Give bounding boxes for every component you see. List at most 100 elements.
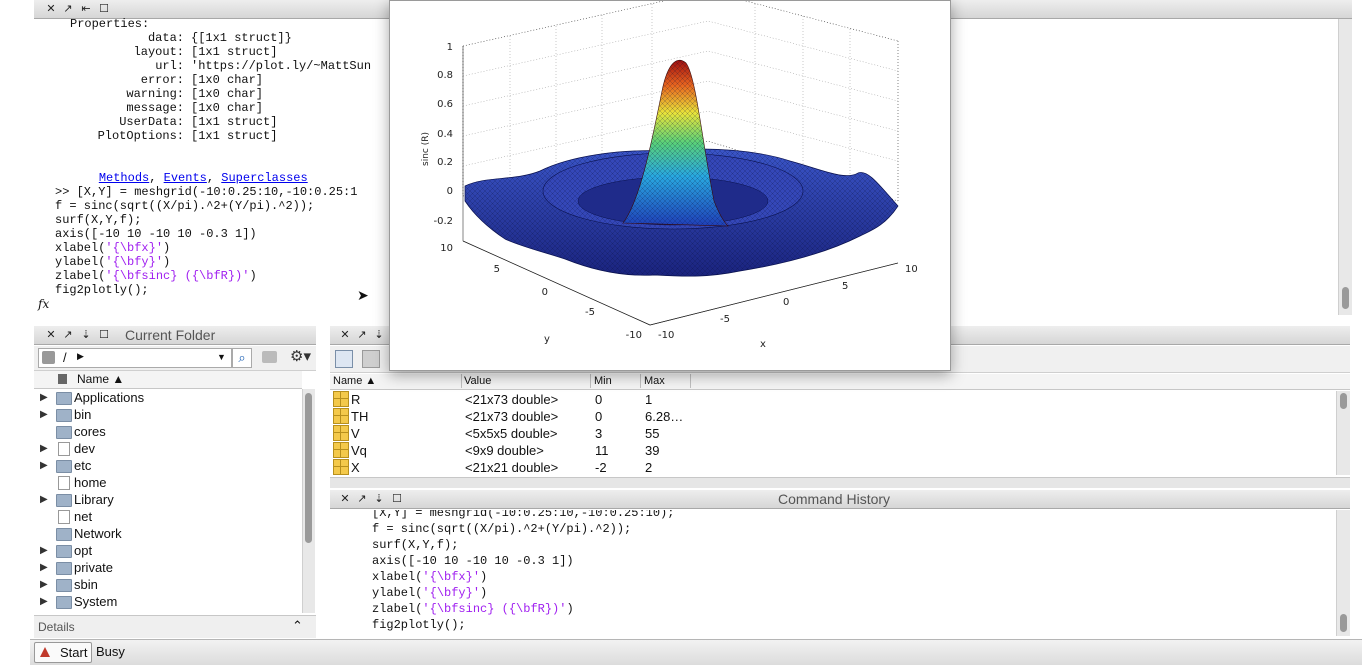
code-line: zlabel('{\bfsinc} ({\bfR})'): [55, 269, 257, 283]
code-line: >> [X,Y] = meshgrid(-10:0.25:10,-10:0.25…: [55, 185, 358, 199]
name-column-header[interactable]: Name ▲: [77, 372, 124, 386]
ws-col-min[interactable]: Min: [594, 374, 641, 388]
table-row[interactable]: V <5x5x5 double> 3 55: [330, 425, 1336, 442]
expand-arrow-icon[interactable]: ▶: [40, 559, 48, 576]
prop-key: UserData:: [119, 115, 184, 129]
history-line[interactable]: axis([-10 10 -10 10 -0.3 1]): [372, 553, 574, 569]
x-tick: -5: [720, 314, 730, 325]
fx-icon[interactable]: fx: [38, 297, 49, 311]
details-bar[interactable]: Details ⌃: [34, 615, 316, 638]
new-variable-icon[interactable]: [335, 350, 353, 368]
history-line[interactable]: ylabel('{\bfy}'): [372, 585, 487, 601]
table-row[interactable]: X <21x21 double> -2 2: [330, 459, 1336, 476]
history-line[interactable]: [X,Y] = meshgrid(-10:0.25:10,-10:0.25:10…: [372, 510, 674, 521]
folder-up-icon[interactable]: [262, 351, 277, 363]
close-icon[interactable]: ✕: [338, 492, 352, 506]
undock-icon[interactable]: ↗: [355, 328, 369, 342]
list-item[interactable]: ▶ opt: [38, 542, 302, 559]
undock-icon[interactable]: ↗: [61, 2, 75, 16]
list-item[interactable]: ▶ System: [38, 593, 302, 610]
command-window-scrollbar[interactable]: [1338, 19, 1352, 315]
list-item[interactable]: ▶ Applications: [38, 389, 302, 406]
expand-arrow-icon[interactable]: ▶: [40, 542, 48, 559]
expand-arrow-icon[interactable]: ▶: [40, 406, 48, 423]
minimize-icon[interactable]: ⇤: [79, 2, 93, 16]
history-line[interactable]: fig2plotly();: [372, 617, 466, 633]
scroll-thumb[interactable]: [1340, 614, 1347, 632]
ws-col-name[interactable]: Name ▲: [333, 374, 462, 388]
surface-plot: 1 0.8 0.6 0.4 0.2 0 -0.2 sinc (R) 10 5 0…: [421, 1, 918, 350]
prop-value: [1x1 struct]: [191, 45, 278, 59]
chevron-down-icon[interactable]: ▼: [217, 352, 226, 362]
history-line[interactable]: surf(X,Y,f);: [372, 537, 458, 553]
list-item[interactable]: ▶ bin: [38, 406, 302, 423]
expand-arrow-icon[interactable]: ▶: [40, 389, 48, 406]
scroll-thumb[interactable]: [1340, 393, 1347, 409]
file-type-icon: [58, 374, 67, 384]
scroll-thumb[interactable]: [1342, 287, 1349, 309]
x-tick: 5: [842, 281, 848, 292]
list-item[interactable]: ▶ private: [38, 559, 302, 576]
minimize-icon[interactable]: ⇣: [372, 328, 386, 342]
table-row[interactable]: R <21x73 double> 0 1: [330, 391, 1336, 408]
history-line[interactable]: xlabel('{\bfx}'): [372, 569, 487, 585]
folder-scrollbar[interactable]: [302, 389, 315, 613]
x-axis-label: x: [760, 339, 766, 350]
maximize-icon[interactable]: ☐: [97, 328, 111, 342]
superclasses-link[interactable]: Superclasses: [221, 171, 307, 185]
history-scrollbar[interactable]: [1336, 510, 1350, 636]
list-item[interactable]: ▶ etc: [38, 457, 302, 474]
z-tick: -0.2: [433, 216, 453, 227]
undock-icon[interactable]: ↗: [355, 492, 369, 506]
open-variable-icon[interactable]: [362, 350, 380, 368]
minimize-icon[interactable]: ⇣: [79, 328, 93, 342]
matrix-icon: [333, 425, 349, 441]
scroll-thumb[interactable]: [305, 393, 312, 543]
list-item[interactable]: Network: [38, 525, 302, 542]
events-link[interactable]: Events: [164, 171, 207, 185]
search-icon[interactable]: ⌕: [232, 348, 252, 368]
figure-window[interactable]: 1 0.8 0.6 0.4 0.2 0 -0.2 sinc (R) 10 5 0…: [389, 0, 951, 371]
history-line[interactable]: zlabel('{\bfsinc} ({\bfR})'): [372, 601, 574, 617]
gear-icon[interactable]: ⚙▾: [290, 347, 311, 365]
status-text: Busy: [96, 644, 125, 659]
list-item[interactable]: ▶ dev: [38, 440, 302, 457]
methods-link[interactable]: Methods: [99, 171, 149, 185]
ws-col-max[interactable]: Max: [644, 374, 691, 388]
list-item[interactable]: cores: [38, 423, 302, 440]
expand-arrow-icon[interactable]: ▶: [40, 593, 48, 610]
expand-arrow-icon[interactable]: ▶: [40, 491, 48, 508]
minimize-icon[interactable]: ⇣: [372, 492, 386, 506]
command-history-title: Command History: [778, 491, 891, 507]
splitter-handle[interactable]: [330, 477, 1350, 488]
close-icon[interactable]: ✕: [338, 328, 352, 342]
table-row[interactable]: Vq <9x9 double> 11 39: [330, 442, 1336, 459]
expand-arrow-icon[interactable]: ▶: [40, 440, 48, 457]
expand-arrow-icon[interactable]: ▶: [40, 576, 48, 593]
expand-arrow-icon[interactable]: ▶: [40, 457, 48, 474]
list-item[interactable]: ▶ Library: [38, 491, 302, 508]
path-dropdown[interactable]: / ▶ ▼: [38, 348, 232, 368]
prop-key: warning:: [126, 87, 184, 101]
close-icon[interactable]: ✕: [44, 328, 58, 342]
z-axis-label: sinc (R): [421, 132, 431, 166]
start-button[interactable]: Start: [34, 642, 92, 663]
list-item[interactable]: home: [38, 474, 302, 491]
maximize-icon[interactable]: ☐: [390, 492, 404, 506]
x-tick: 0: [783, 297, 789, 308]
maximize-icon[interactable]: ☐: [97, 2, 111, 16]
chevron-up-icon[interactable]: ⌃: [292, 618, 303, 634]
history-line[interactable]: f = sinc(sqrt((X/pi).^2+(Y/pi).^2));: [372, 521, 631, 537]
current-folder-titlebar: ✕ ↗ ⇣ ☐ Current Folder: [34, 326, 316, 345]
x-tick: 10: [905, 264, 918, 275]
list-item[interactable]: ▶ sbin: [38, 576, 302, 593]
table-row[interactable]: TH <21x73 double> 0 6.28…: [330, 408, 1336, 425]
undock-icon[interactable]: ↗: [61, 328, 75, 342]
close-icon[interactable]: ✕: [44, 2, 58, 16]
command-history[interactable]: [X,Y] = meshgrid(-10:0.25:10,-10:0.25:10…: [330, 510, 1350, 636]
drive-icon: [42, 351, 55, 364]
ws-col-value[interactable]: Value: [464, 374, 591, 388]
z-tick: 0.4: [437, 129, 453, 140]
list-item[interactable]: net: [38, 508, 302, 525]
workspace-scrollbar[interactable]: [1336, 391, 1350, 475]
